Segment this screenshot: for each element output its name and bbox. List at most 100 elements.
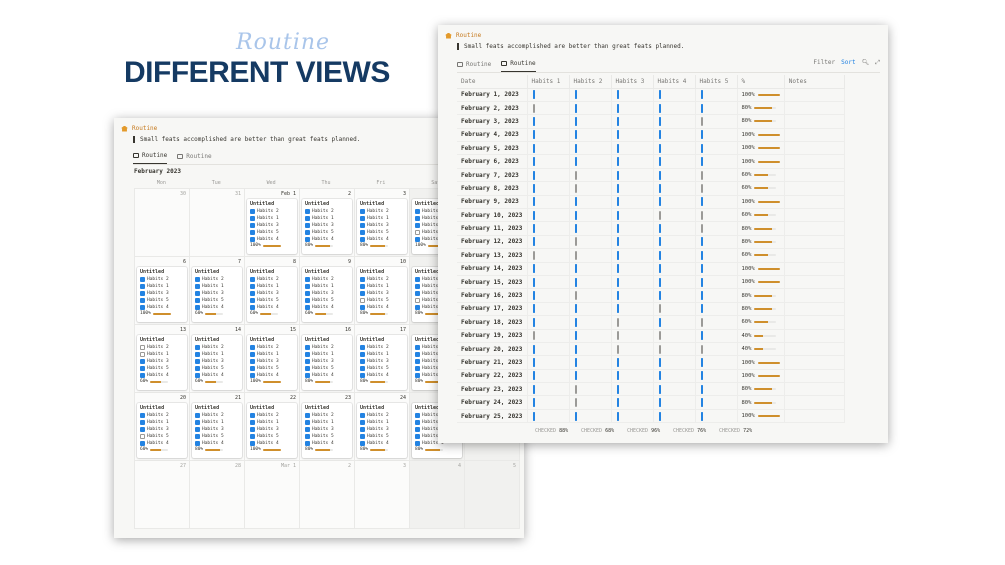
checkbox[interactable] [574, 210, 577, 220]
date-cell[interactable]: February 8, 2023 [457, 181, 528, 196]
checkbox[interactable] [700, 411, 703, 421]
checkbox[interactable] [658, 237, 661, 247]
notes-cell[interactable] [784, 195, 845, 210]
checkbox[interactable] [700, 170, 703, 180]
checkbox[interactable] [195, 345, 200, 350]
checkbox[interactable] [700, 384, 703, 394]
checkbox[interactable] [305, 352, 310, 357]
calendar-day-cell[interactable]: 2 [300, 461, 355, 529]
checkbox[interactable] [532, 331, 535, 341]
checkbox[interactable] [195, 359, 200, 364]
checkbox[interactable] [140, 305, 145, 310]
checkbox[interactable] [700, 157, 703, 167]
routine-card[interactable]: Untitled Habits 2 Habits 1 Habits 3 Habits 5… [302, 335, 352, 390]
checkbox[interactable] [616, 183, 619, 193]
checkbox[interactable] [616, 371, 619, 381]
routine-card[interactable]: Untitled Habits 2 Habits 1 Habits 3 Habits 5… [247, 403, 297, 458]
checkbox[interactable] [700, 331, 703, 341]
calendar-day-cell[interactable]: 15 Untitled Habits 2 Habits 1 Habits 3 Habits… [245, 325, 300, 393]
notes-cell[interactable] [784, 329, 845, 343]
checkbox[interactable] [250, 420, 255, 425]
checkbox[interactable] [616, 143, 619, 153]
column-header[interactable]: Habits 4 [653, 75, 696, 89]
checkbox[interactable] [250, 359, 255, 364]
checkbox[interactable] [305, 277, 310, 282]
checkbox[interactable] [700, 398, 703, 408]
notes-cell[interactable] [784, 248, 845, 263]
checkbox[interactable] [616, 398, 619, 408]
checkbox[interactable] [360, 298, 365, 303]
checkbox[interactable] [195, 305, 200, 310]
checkbox[interactable] [532, 384, 535, 394]
notes-cell[interactable] [784, 262, 845, 276]
checkbox[interactable] [360, 284, 365, 289]
checkbox[interactable] [700, 183, 703, 193]
checkbox[interactable] [415, 209, 420, 214]
checkbox[interactable] [616, 170, 619, 180]
date-cell[interactable]: February 9, 2023 [457, 195, 528, 210]
tab-table[interactable]: Routine [501, 58, 536, 72]
checkbox[interactable] [360, 366, 365, 371]
checkbox[interactable] [532, 130, 535, 140]
checkbox[interactable] [700, 237, 703, 247]
checkbox[interactable] [360, 427, 365, 432]
date-cell[interactable]: February 19, 2023 [457, 329, 528, 343]
checkbox[interactable] [415, 230, 420, 235]
checkbox[interactable] [415, 420, 420, 425]
checkbox[interactable] [700, 358, 703, 367]
checkbox[interactable] [415, 284, 420, 289]
checkbox[interactable] [700, 277, 703, 287]
checkbox[interactable] [415, 237, 420, 242]
checkbox[interactable] [305, 373, 310, 378]
date-cell[interactable]: February 2, 2023 [457, 101, 528, 116]
notes-cell[interactable] [784, 154, 845, 169]
checkbox[interactable] [140, 413, 145, 418]
checkbox[interactable] [658, 411, 661, 421]
checkbox[interactable] [305, 209, 310, 214]
checkbox[interactable] [305, 427, 310, 432]
notes-cell[interactable] [784, 355, 845, 370]
checkbox[interactable] [360, 352, 365, 357]
table-row[interactable]: February 1, 2023 100% [457, 88, 845, 102]
column-header[interactable]: Notes [784, 75, 845, 89]
checkbox[interactable] [658, 384, 661, 394]
checkbox[interactable] [305, 420, 310, 425]
table-row[interactable]: February 3, 2023 80% [457, 114, 845, 129]
checkbox[interactable] [305, 413, 310, 418]
checkbox[interactable] [305, 305, 310, 310]
checkbox[interactable] [616, 411, 619, 421]
checkbox[interactable] [574, 116, 577, 126]
checkbox[interactable] [700, 291, 703, 301]
notes-cell[interactable] [784, 168, 845, 183]
notes-cell[interactable] [784, 88, 845, 102]
routine-card[interactable]: Untitled Habits 2 Habits 1 Habits 3 Habits 5… [302, 199, 352, 254]
notes-cell[interactable] [784, 128, 845, 143]
checkbox[interactable] [616, 224, 619, 234]
checkbox[interactable] [532, 90, 535, 100]
checkbox[interactable] [658, 157, 661, 167]
calendar-day-cell[interactable]: 7 Untitled Habits 2 Habits 1 Habits 3 Habits … [190, 257, 245, 325]
checkbox[interactable] [250, 352, 255, 357]
calendar-day-cell[interactable]: Mar 1 [245, 461, 300, 529]
checkbox[interactable] [140, 291, 145, 296]
table-row[interactable]: February 20, 2023 40% [457, 342, 845, 357]
checkbox[interactable] [700, 317, 703, 327]
notes-cell[interactable] [784, 342, 845, 357]
checkbox[interactable] [250, 284, 255, 289]
checkbox[interactable] [305, 434, 310, 439]
checkbox[interactable] [658, 398, 661, 408]
checkbox[interactable] [658, 183, 661, 193]
checkbox[interactable] [616, 331, 619, 341]
checkbox[interactable] [415, 373, 420, 378]
notes-cell[interactable] [784, 275, 845, 290]
checkbox[interactable] [616, 197, 619, 207]
routine-card[interactable]: Untitled Habits 2 Habits 1 Habits 3 Habits 5… [302, 403, 352, 458]
checkbox[interactable] [140, 345, 145, 350]
calendar-day-cell[interactable]: 28 [190, 461, 245, 529]
checkbox[interactable] [195, 441, 200, 446]
notes-cell[interactable] [784, 221, 845, 236]
checkbox[interactable] [532, 116, 535, 126]
checkbox[interactable] [305, 230, 310, 235]
checkbox[interactable] [574, 371, 577, 381]
routine-card[interactable]: Untitled Habits 2 Habits 1 Habits 3 Habits 5… [137, 335, 187, 390]
